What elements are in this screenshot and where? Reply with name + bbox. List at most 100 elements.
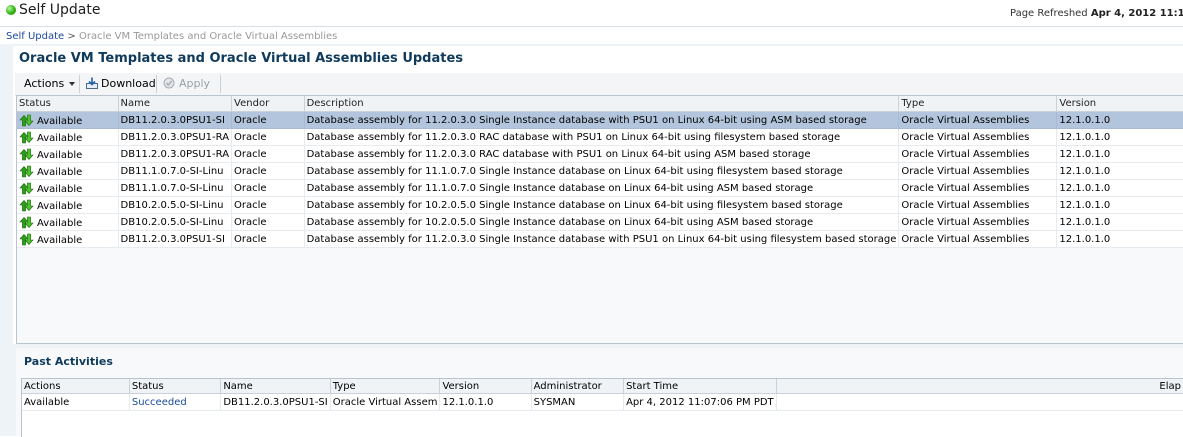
- status-text: Available: [37, 115, 83, 127]
- cell-name: DB11.2.0.3.0PSU1-RA: [118, 145, 233, 163]
- column-header-name[interactable]: Name: [220, 379, 331, 394]
- apply-icon: [163, 77, 175, 89]
- apply-label: Apply: [179, 77, 211, 90]
- apply-button[interactable]: Apply: [163, 77, 210, 90]
- column-header-type[interactable]: Type: [898, 96, 1058, 112]
- cell-name: DB10.2.0.5.0-SI-Linu: [118, 196, 233, 214]
- update-available-icon: [19, 131, 34, 143]
- status-link[interactable]: Succeeded: [129, 393, 222, 411]
- cell-vendor: Oracle: [231, 145, 305, 163]
- status-text: Available: [37, 183, 83, 195]
- column-header-status[interactable]: Status: [129, 379, 222, 394]
- cell-description: Database assembly for 11.2.0.3.0 Single …: [304, 111, 900, 129]
- toolbar-divider: [220, 75, 221, 93]
- column-header-name[interactable]: Name: [118, 96, 233, 112]
- cell-status: Available: [17, 196, 119, 214]
- cell-type: Oracle Virtual Assemblies: [898, 128, 1058, 146]
- cell-name: DB11.2.0.3.0PSU1-SI: [220, 393, 331, 411]
- cell-status: Available: [17, 111, 119, 129]
- download-icon: [86, 77, 98, 89]
- column-header-type[interactable]: Type: [330, 379, 441, 394]
- cell-name: DB11.2.0.3.0PSU1-RA: [118, 128, 233, 146]
- update-available-icon: [19, 216, 34, 228]
- breadcrumb-separator: >: [67, 31, 76, 42]
- cell-version: 12.1.0.1.0: [1056, 128, 1183, 146]
- status-text: Available: [37, 217, 83, 229]
- cell-description: Database assembly for 11.1.0.7.0 Single …: [304, 179, 900, 197]
- table-row[interactable]: Available DB11.2.0.3.0PSU1-RA Oracle Databa…: [17, 145, 1183, 163]
- cell-description: Database assembly for 11.2.0.3.0 RAC dat…: [304, 128, 900, 146]
- cell-version: 12.1.0.1.0: [1056, 196, 1183, 214]
- status-ok-icon: [6, 5, 16, 15]
- past-activities-title: Past Activities: [24, 355, 113, 368]
- cell-name: DB11.2.0.3.0PSU1-SI: [118, 111, 233, 129]
- update-available-icon: [19, 165, 34, 177]
- cell-type: Oracle Virtual Assem: [330, 393, 441, 411]
- cell-vendor: Oracle: [231, 179, 305, 197]
- download-button[interactable]: Download: [86, 77, 156, 90]
- table-row[interactable]: Available DB11.2.0.3.0PSU1-SI Oracle Databa…: [17, 111, 1183, 129]
- cell-description: Database assembly for 11.1.0.7.0 Single …: [304, 162, 900, 180]
- cell-type: Oracle Virtual Assemblies: [898, 162, 1058, 180]
- column-header-vendor[interactable]: Vendor: [231, 96, 305, 112]
- table-row[interactable]: Available DB10.2.0.5.0-SI-Linu Oracle Datab…: [17, 196, 1183, 214]
- update-available-icon: [19, 148, 34, 160]
- breadcrumb-self-update[interactable]: Self Update: [6, 31, 64, 42]
- cell-status: Available: [17, 213, 119, 231]
- column-header-start-time[interactable]: Start Time: [623, 379, 777, 394]
- breadcrumb: Self Update > Oracle VM Templates and Or…: [6, 31, 337, 42]
- column-header-status[interactable]: Status: [17, 96, 119, 112]
- status-text: Available: [37, 149, 83, 161]
- cell-type: Oracle Virtual Assemblies: [898, 145, 1058, 163]
- cell-start-time: Apr 4, 2012 11:07:06 PM PDT: [623, 393, 777, 411]
- cell-vendor: Oracle: [231, 111, 305, 129]
- table-row[interactable]: Available DB10.2.0.5.0-SI-Linu Oracle Datab…: [17, 213, 1183, 231]
- cell-version: 12.1.0.1.0: [1056, 145, 1183, 163]
- cell-version: 12.1.0.1.0: [1056, 111, 1183, 129]
- column-header-administrator[interactable]: Administrator: [531, 379, 625, 394]
- cell-status: Available: [17, 230, 119, 248]
- status-text: Available: [37, 200, 83, 212]
- status-text: Available: [37, 166, 83, 178]
- cell-action: Available: [22, 393, 130, 411]
- table-row[interactable]: Available DB11.2.0.3.0PSU1-SI Oracle Databa…: [17, 230, 1183, 248]
- cell-type: Oracle Virtual Assemblies: [898, 213, 1058, 231]
- status-text: Available: [37, 234, 83, 246]
- cell-vendor: Oracle: [231, 213, 305, 231]
- cell-description: Database assembly for 10.2.0.5.0 Single …: [304, 196, 900, 214]
- chevron-down-icon: [69, 82, 76, 86]
- cell-version: 12.1.0.1.0: [1056, 213, 1183, 231]
- status-text: Available: [37, 132, 83, 144]
- cell-description: Database assembly for 11.2.0.3.0 Single …: [304, 230, 900, 248]
- table-row[interactable]: Available DB11.1.0.7.0-SI-Linu Oracle Datab…: [17, 162, 1183, 180]
- cell-name: DB11.1.0.7.0-SI-Linu: [118, 162, 233, 180]
- update-available-icon: [19, 114, 34, 126]
- toolbar: Actions Download Apply: [15, 73, 1183, 96]
- column-header-version[interactable]: Version: [439, 379, 532, 394]
- column-header-elapsed[interactable]: Elap: [776, 379, 1183, 394]
- column-header-description[interactable]: Description: [304, 96, 900, 112]
- cell-version: 12.1.0.1.0: [1056, 162, 1183, 180]
- toolbar-divider: [79, 75, 80, 93]
- cell-version: 12.1.0.1.0: [1056, 230, 1183, 248]
- toolbar-divider: [156, 75, 157, 93]
- cell-description: Database assembly for 11.2.0.3.0 RAC dat…: [304, 145, 900, 163]
- page-title: Self Update: [19, 2, 101, 18]
- table-row[interactable]: Available Succeeded DB11.2.0.3.0PSU1-SI Ora…: [22, 393, 1183, 411]
- actions-menu[interactable]: Actions: [24, 77, 76, 90]
- column-header-actions[interactable]: Actions: [22, 379, 130, 394]
- cell-vendor: Oracle: [231, 128, 305, 146]
- table-header-row: Status Name Vendor Description Type Vers…: [17, 96, 1183, 112]
- refresh-label: Page Refreshed: [1010, 8, 1088, 19]
- column-header-version[interactable]: Version: [1056, 96, 1183, 112]
- cell-administrator: SYSMAN: [531, 393, 625, 411]
- actions-label: Actions: [24, 77, 65, 90]
- table-row[interactable]: Available DB11.1.0.7.0-SI-Linu Oracle Datab…: [17, 179, 1183, 197]
- refresh-time: Apr 4, 2012 11:10:5: [1090, 8, 1183, 19]
- cell-status: Available: [17, 145, 119, 163]
- cell-name: DB11.2.0.3.0PSU1-SI: [118, 230, 233, 248]
- updates-title: Oracle VM Templates and Oracle Virtual A…: [19, 51, 464, 66]
- update-available-icon: [19, 199, 34, 211]
- updates-table: Status Name Vendor Description Type Vers…: [16, 95, 1183, 344]
- table-row[interactable]: Available DB11.2.0.3.0PSU1-RA Oracle Databa…: [17, 128, 1183, 146]
